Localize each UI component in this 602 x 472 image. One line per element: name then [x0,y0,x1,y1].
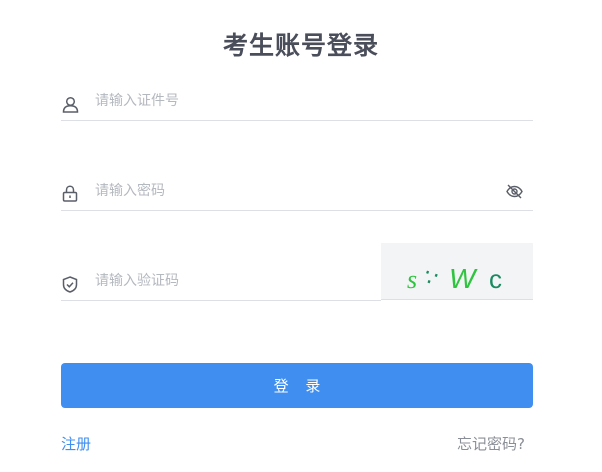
user-icon [61,95,79,113]
id-number-field-row [61,81,533,121]
page-title: 考生账号登录 [222,31,379,60]
password-field-row [61,171,533,211]
register-link[interactable]: 注册 [61,433,91,454]
password-input[interactable] [95,171,495,211]
shield-check-icon [61,275,79,293]
captcha-char: W [449,263,478,294]
captcha-image[interactable]: s ∵ W c [381,243,533,300]
captcha-char: s [407,265,417,294]
eye-off-icon[interactable] [505,182,523,200]
captcha-char: ∵ [420,264,442,292]
lock-icon [61,184,79,202]
captcha-char: c [489,264,502,294]
captcha-field-row [61,261,381,301]
id-number-input[interactable] [95,81,495,121]
captcha-input[interactable] [95,261,355,301]
forgot-password-link[interactable]: 忘记密码? [457,433,525,454]
login-button[interactable]: 登 录 [61,363,533,408]
